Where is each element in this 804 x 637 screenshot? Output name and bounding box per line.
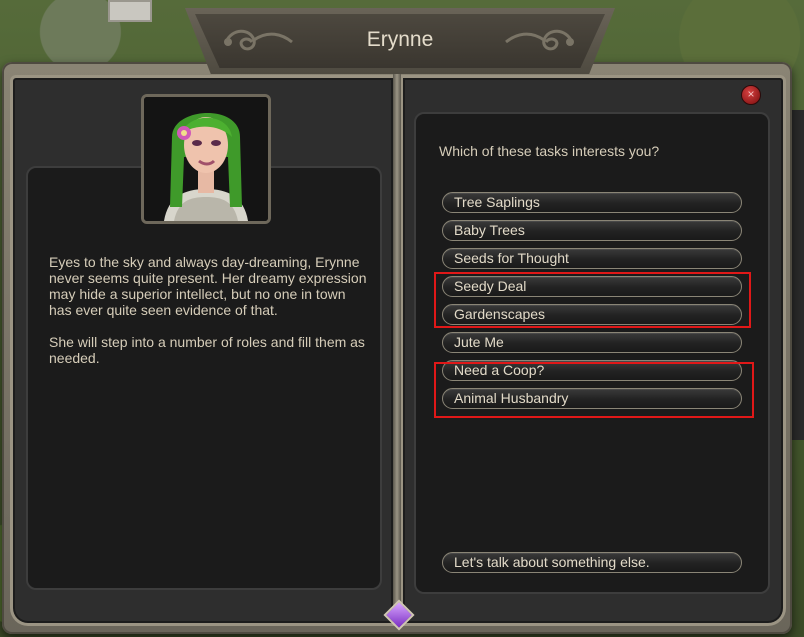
- close-button[interactable]: ×: [741, 85, 761, 105]
- talk-other-button[interactable]: Let's talk about something else.: [442, 552, 742, 573]
- background-pillar: [108, 0, 152, 22]
- book-spine: [393, 70, 401, 610]
- task-prompt: Which of these tasks interests you?: [439, 143, 660, 159]
- npc-portrait: [141, 94, 271, 224]
- task-button[interactable]: Jute Me: [442, 332, 742, 353]
- npc-avatar-icon: [144, 97, 268, 221]
- npc-description: Eyes to the sky and always day-dreaming,…: [49, 254, 369, 382]
- task-list-panel: [414, 112, 770, 594]
- description-paragraph: Eyes to the sky and always day-dreaming,…: [49, 254, 367, 318]
- task-button[interactable]: Seeds for Thought: [442, 248, 742, 269]
- task-button[interactable]: Tree Saplings: [442, 192, 742, 213]
- dialog-title: Erynne: [366, 28, 434, 51]
- highlight-box: [434, 272, 751, 328]
- task-button[interactable]: Baby Trees: [442, 220, 742, 241]
- description-paragraph: She will step into a number of roles and…: [49, 334, 365, 366]
- highlight-box: [434, 362, 754, 418]
